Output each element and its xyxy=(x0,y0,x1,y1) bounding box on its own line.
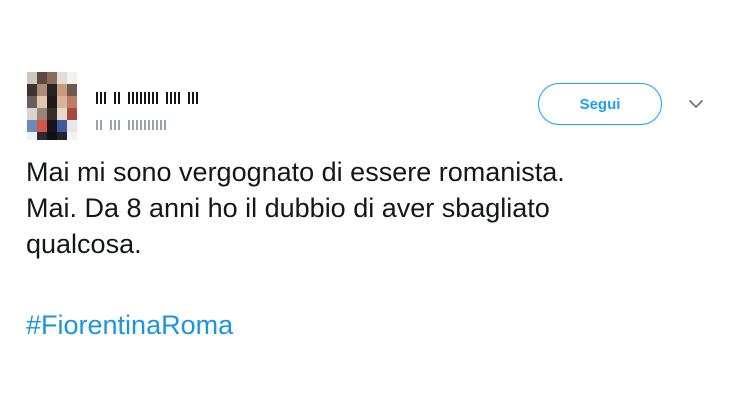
user-info[interactable] xyxy=(96,90,200,130)
handle-redacted xyxy=(96,118,200,130)
tweet-text-line: Mai. Da 8 anni ho il dubbio di aver sbag… xyxy=(26,193,550,223)
display-name-redacted xyxy=(96,90,200,104)
avatar[interactable] xyxy=(27,72,81,140)
tweet-text-line: qualcosa. xyxy=(26,229,142,259)
tweet-text-line: Mai mi sono vergognato di essere romanis… xyxy=(26,157,565,187)
tweet-text: Mai mi sono vergognato di essere romanis… xyxy=(26,154,716,262)
hashtag-link[interactable]: #FiorentinaRoma xyxy=(26,307,233,343)
tweet-card: Segui Mai mi sono vergognato di essere r… xyxy=(0,0,736,409)
follow-button[interactable]: Segui xyxy=(538,83,662,125)
chevron-down-icon[interactable] xyxy=(688,98,704,110)
